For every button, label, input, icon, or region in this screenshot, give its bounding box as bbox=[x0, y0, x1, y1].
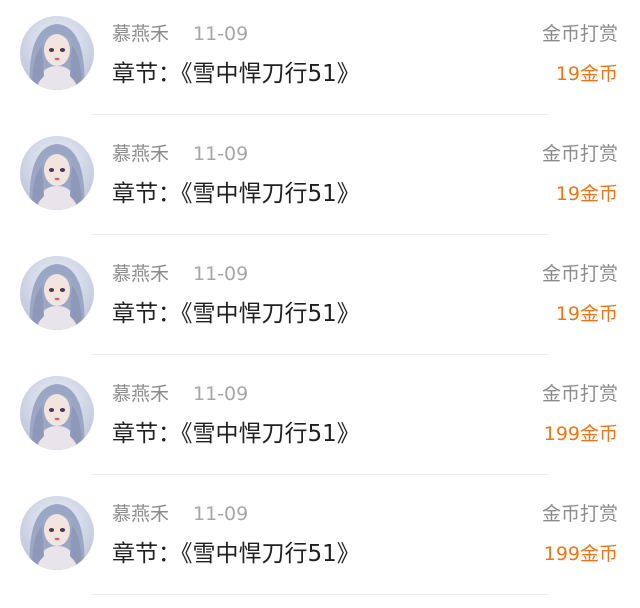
user-avatar-icon[interactable] bbox=[20, 376, 94, 450]
gift-record-row[interactable]: 慕燕禾 11-09 章节：《雪中悍刀行51》 金币打赏 19金币 bbox=[0, 240, 640, 360]
gift-amount: 199金币 bbox=[543, 423, 618, 445]
row-divider bbox=[92, 114, 548, 115]
chapter-title: 章节：《雪中悍刀行51》 bbox=[112, 421, 360, 447]
gift-type-label: 金币打赏 bbox=[541, 263, 618, 285]
gift-type-label: 金币打赏 bbox=[541, 143, 618, 165]
gift-date: 11-09 bbox=[193, 263, 249, 285]
gift-record-row[interactable]: 慕燕禾 11-09 章节：《雪中悍刀行51》 金币打赏 199金币 bbox=[0, 480, 640, 600]
gift-date: 11-09 bbox=[193, 143, 249, 165]
chapter-title: 章节：《雪中悍刀行51》 bbox=[112, 301, 360, 327]
chapter-title: 章节：《雪中悍刀行51》 bbox=[112, 541, 360, 567]
user-avatar-icon[interactable] bbox=[20, 136, 94, 210]
gift-type-label: 金币打赏 bbox=[541, 503, 618, 525]
gift-type-label: 金币打赏 bbox=[541, 383, 618, 405]
gift-date: 11-09 bbox=[193, 503, 249, 525]
gift-record-row[interactable]: 慕燕禾 11-09 章节：《雪中悍刀行51》 金币打赏 19金币 bbox=[0, 0, 640, 120]
gift-record-row[interactable]: 慕燕禾 11-09 章节：《雪中悍刀行51》 金币打赏 199金币 bbox=[0, 360, 640, 480]
row-divider bbox=[92, 354, 548, 355]
gift-amount: 19金币 bbox=[555, 63, 618, 85]
gift-date: 11-09 bbox=[193, 383, 249, 405]
gift-date: 11-09 bbox=[193, 23, 249, 45]
chapter-title: 章节：《雪中悍刀行51》 bbox=[112, 181, 360, 207]
row-divider bbox=[92, 234, 548, 235]
gift-amount: 19金币 bbox=[555, 183, 618, 205]
user-avatar-icon[interactable] bbox=[20, 496, 94, 570]
user-avatar-icon[interactable] bbox=[20, 16, 94, 90]
username: 慕燕禾 bbox=[112, 23, 170, 45]
user-avatar-icon[interactable] bbox=[20, 256, 94, 330]
username: 慕燕禾 bbox=[112, 263, 170, 285]
row-divider bbox=[92, 474, 548, 475]
username: 慕燕禾 bbox=[112, 503, 170, 525]
gift-amount: 19金币 bbox=[555, 303, 618, 325]
gift-record-row[interactable]: 慕燕禾 11-09 章节：《雪中悍刀行51》 金币打赏 19金币 bbox=[0, 120, 640, 240]
chapter-title: 章节：《雪中悍刀行51》 bbox=[112, 61, 360, 87]
gift-record-list: 慕燕禾 11-09 章节：《雪中悍刀行51》 金币打赏 19金币 慕燕禾 11-… bbox=[0, 0, 640, 608]
username: 慕燕禾 bbox=[112, 143, 170, 165]
gift-type-label: 金币打赏 bbox=[541, 23, 618, 45]
username: 慕燕禾 bbox=[112, 383, 170, 405]
gift-amount: 199金币 bbox=[543, 543, 618, 565]
row-divider bbox=[92, 594, 548, 595]
